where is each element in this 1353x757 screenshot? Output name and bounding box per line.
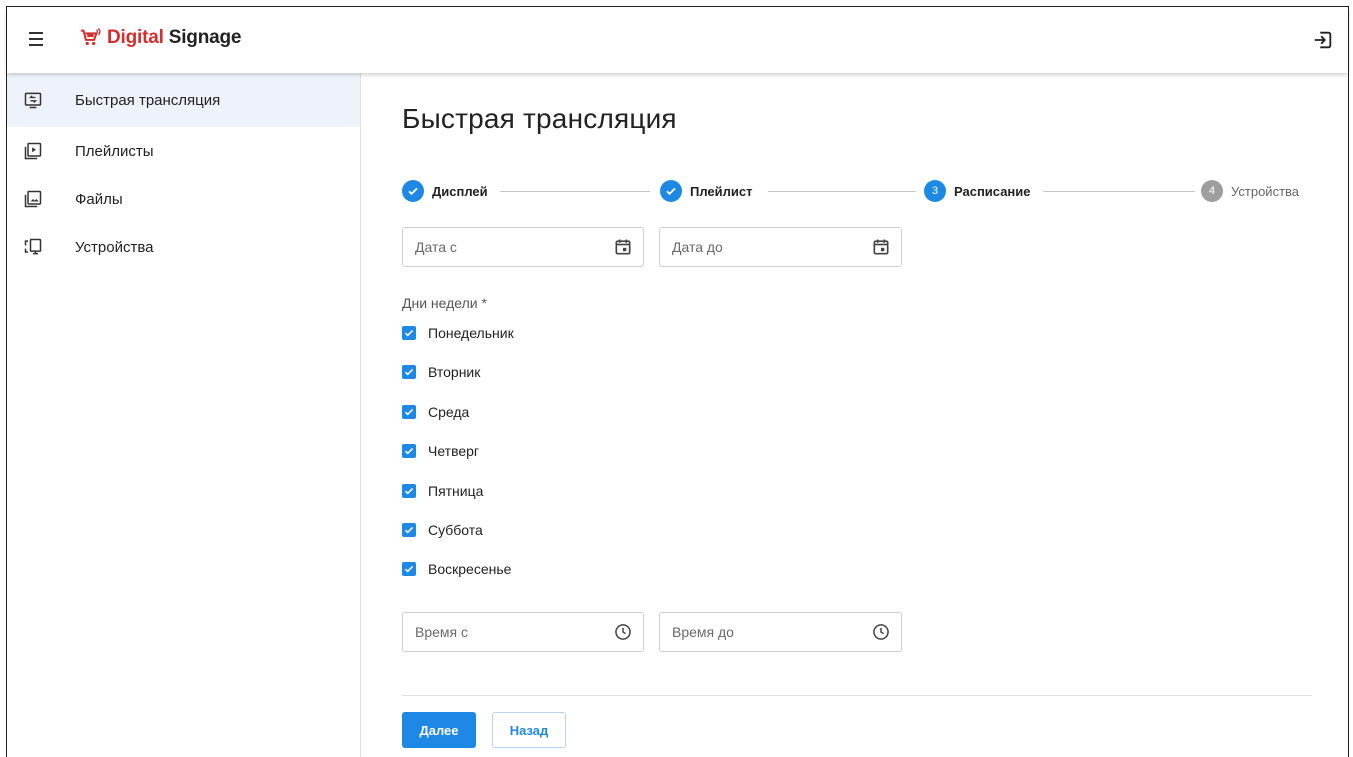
checkbox-label: Вторник bbox=[428, 364, 481, 380]
playlist-icon bbox=[24, 142, 42, 160]
step-connector bbox=[500, 191, 650, 192]
step-devices[interactable]: 4 Устройства bbox=[1201, 179, 1299, 203]
checkbox-tuesday[interactable]: Вторник bbox=[402, 361, 480, 383]
sidebar-item-devices[interactable]: Устройства bbox=[7, 223, 360, 271]
checkbox-label: Суббота bbox=[428, 522, 483, 538]
sidebar-item-label: Файлы bbox=[75, 190, 123, 208]
checkbox-monday[interactable]: Понедельник bbox=[402, 322, 514, 344]
date-to-field[interactable]: Дата до bbox=[659, 227, 902, 267]
divider bbox=[402, 695, 1312, 696]
checkbox-label: Среда bbox=[428, 404, 470, 420]
top-bar: Digital Signage bbox=[7, 7, 1348, 73]
checkbox-label: Понедельник bbox=[428, 325, 514, 341]
step-playlist[interactable]: Плейлист bbox=[660, 179, 753, 203]
checkbox-friday[interactable]: Пятница bbox=[402, 480, 483, 502]
step-label: Плейлист bbox=[690, 183, 753, 199]
checkbox-wednesday[interactable]: Среда bbox=[402, 401, 469, 423]
cart-broadcast-icon bbox=[80, 27, 101, 46]
image-file-icon bbox=[24, 190, 42, 208]
checkbox-checked-icon[interactable] bbox=[402, 562, 416, 576]
step-connector bbox=[1043, 191, 1195, 192]
clock-icon[interactable] bbox=[871, 622, 891, 642]
stepper: Дисплей Плейлист 3 Расписание 4 Устройст… bbox=[402, 179, 1314, 203]
days-of-week-label: Дни недели * bbox=[402, 295, 487, 311]
checkbox-checked-icon[interactable] bbox=[402, 405, 416, 419]
app-name: Digital Signage bbox=[107, 27, 241, 49]
date-to-placeholder: Дата до bbox=[672, 239, 723, 255]
next-button[interactable]: Далее bbox=[402, 712, 476, 748]
check-circle-icon bbox=[402, 180, 424, 202]
step-schedule[interactable]: 3 Расписание bbox=[924, 179, 1031, 203]
step-label: Дисплей bbox=[432, 183, 488, 199]
calendar-icon[interactable] bbox=[613, 237, 633, 257]
checkbox-checked-icon[interactable] bbox=[402, 365, 416, 379]
step-number: 4 bbox=[1201, 180, 1223, 202]
app-logo[interactable]: Digital Signage bbox=[79, 27, 241, 49]
sidebar-item-label: Устройства bbox=[75, 238, 154, 256]
time-to-placeholder: Время до bbox=[672, 624, 734, 640]
sidebar-item-label: Плейлисты bbox=[75, 142, 154, 160]
step-number: 3 bbox=[924, 180, 946, 202]
app-name-accent: Digital bbox=[107, 27, 164, 48]
sidebar-item-files[interactable]: Файлы bbox=[7, 175, 360, 223]
time-from-placeholder: Время с bbox=[415, 624, 469, 640]
checkbox-label: Пятница bbox=[428, 483, 484, 499]
calendar-icon[interactable] bbox=[871, 237, 891, 257]
devices-icon bbox=[24, 238, 42, 255]
checkbox-checked-icon[interactable] bbox=[402, 444, 416, 458]
sidebar: Быстрая трансляция Плейлисты Файлы Устро… bbox=[7, 73, 361, 757]
checkbox-thursday[interactable]: Четверг bbox=[402, 440, 479, 462]
time-to-field[interactable]: Время до bbox=[659, 612, 902, 652]
app-name-rest: Signage bbox=[163, 27, 242, 48]
page-title: Быстрая трансляция bbox=[402, 103, 677, 134]
checkbox-checked-icon[interactable] bbox=[402, 523, 416, 537]
checkbox-sunday[interactable]: Воскресенье bbox=[402, 558, 511, 580]
sidebar-item-label: Быстрая трансляция bbox=[75, 91, 221, 109]
date-from-placeholder: Дата с bbox=[415, 239, 457, 255]
sidebar-item-quick-broadcast[interactable]: Быстрая трансляция bbox=[7, 73, 360, 127]
checkbox-checked-icon[interactable] bbox=[402, 484, 416, 498]
step-label: Расписание bbox=[954, 183, 1031, 199]
sidebar-item-playlists[interactable]: Плейлисты bbox=[7, 127, 360, 175]
hamburger-menu-icon[interactable] bbox=[25, 28, 47, 50]
step-label: Устройства bbox=[1231, 183, 1300, 199]
checkbox-label: Воскресенье bbox=[428, 561, 512, 577]
date-from-field[interactable]: Дата с bbox=[402, 227, 644, 267]
step-connector bbox=[768, 191, 916, 192]
checkbox-saturday[interactable]: Суббота bbox=[402, 519, 483, 541]
time-from-field[interactable]: Время с bbox=[402, 612, 644, 652]
screen-share-icon bbox=[24, 92, 42, 109]
logout-icon[interactable] bbox=[1312, 29, 1334, 51]
checkbox-label: Четверг bbox=[428, 443, 480, 459]
check-circle-icon bbox=[660, 180, 682, 202]
checkbox-checked-icon[interactable] bbox=[402, 326, 416, 340]
back-button[interactable]: Назад bbox=[492, 712, 566, 748]
main-content: Быстрая трансляция Дисплей Плейлист 3 Ра… bbox=[362, 73, 1348, 757]
step-display[interactable]: Дисплей bbox=[402, 179, 488, 203]
clock-icon[interactable] bbox=[613, 622, 633, 642]
app-window: Digital Signage Быстрая трансляция Плейл… bbox=[6, 6, 1349, 757]
